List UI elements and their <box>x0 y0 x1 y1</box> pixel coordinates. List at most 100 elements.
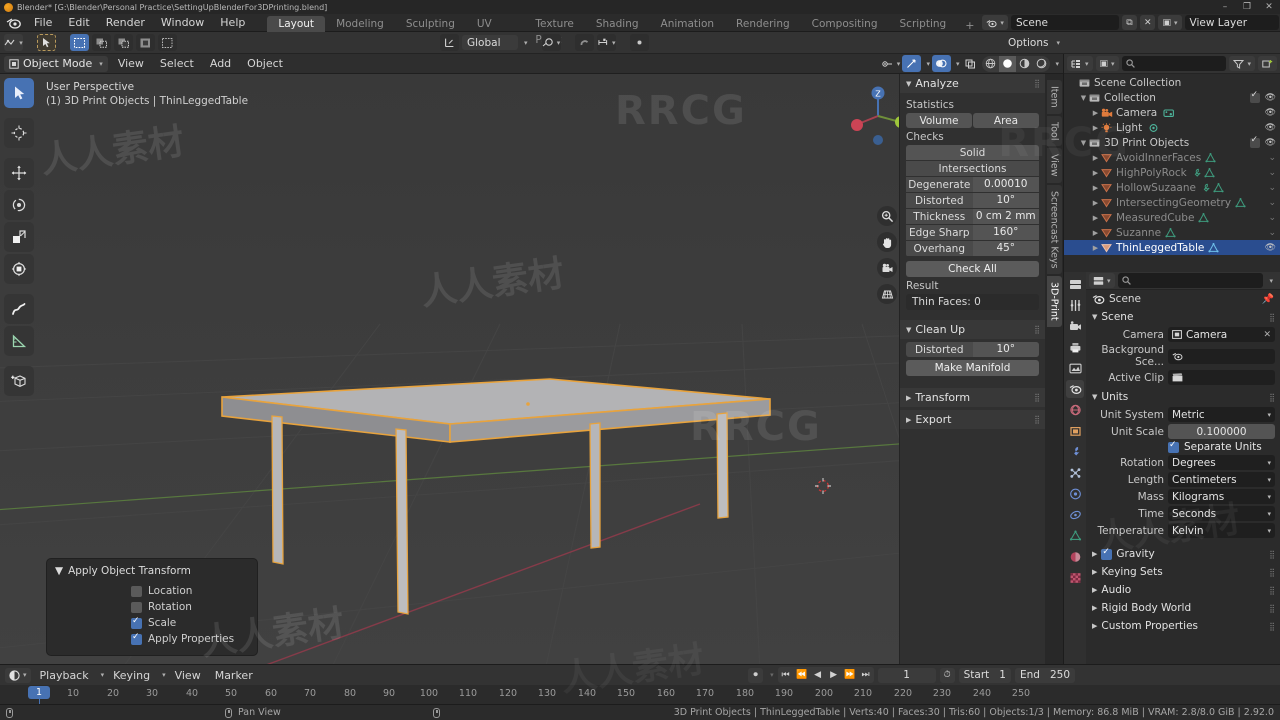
close-button[interactable]: ✕ <box>1258 0 1280 14</box>
keying-sets-section-header[interactable]: ▶ Keying Sets ⣿ <box>1086 563 1280 581</box>
check-degenerate-row[interactable]: Degenerate 0.00010 <box>906 177 1039 192</box>
rigid-body-world-section-header[interactable]: ▶ Rigid Body World ⣿ <box>1086 599 1280 617</box>
cleanup-distorted-row[interactable]: Distorted 10° <box>906 342 1039 357</box>
apply-properties-checkbox[interactable] <box>131 632 142 645</box>
tool-annotate-icon[interactable] <box>4 294 34 324</box>
viewport-menu-select[interactable]: Select <box>154 57 200 70</box>
rotation-units-dropdown[interactable]: Degrees ▾ <box>1168 455 1275 470</box>
sidebar-tab-view[interactable]: View <box>1046 148 1062 183</box>
shading-rendered-icon[interactable] <box>1033 56 1050 72</box>
menu-edit[interactable]: Edit <box>60 14 97 32</box>
select-subtract-icon[interactable] <box>114 34 133 51</box>
select-box-tool-icon[interactable] <box>37 34 56 51</box>
select-intersect-icon[interactable] <box>136 34 155 51</box>
outliner-display-mode-icon[interactable]: ▣ ▾ <box>1095 56 1119 71</box>
transform-panel-header[interactable]: ▶ Transform ⣿ <box>900 388 1045 407</box>
gravity-checkbox[interactable] <box>1101 547 1113 560</box>
new-scene-icon[interactable]: ⧉ <box>1121 15 1137 30</box>
tool-tweak-icon[interactable] <box>4 78 34 108</box>
tool-properties-tab-icon[interactable] <box>1066 296 1084 314</box>
add-workspace-button[interactable]: + <box>957 19 982 32</box>
frame-end-field[interactable]: End 250 <box>1014 667 1075 683</box>
tool-add-cube-icon[interactable] <box>4 366 34 396</box>
outliner-row-thinleggedtable[interactable]: ▶ ThinLeggedTable 👁 <box>1064 240 1280 255</box>
outliner-row-measuredcube[interactable]: ▶ MeasuredCube ⌄ <box>1064 210 1280 225</box>
jump-prev-keyframe-icon[interactable]: ⏪ <box>794 667 810 683</box>
mesh-data-icon[interactable] <box>1235 197 1248 208</box>
expand-arrow-icon[interactable]: ▶ <box>1090 124 1101 132</box>
check-all-button[interactable]: Check All <box>906 261 1039 277</box>
camera-data-icon[interactable] <box>1163 108 1176 118</box>
check-distorted-value[interactable]: 10° <box>972 193 1039 208</box>
material-properties-tab-icon[interactable] <box>1066 548 1084 566</box>
eye-icon[interactable]: 👁 <box>1265 123 1276 133</box>
expand-arrow-icon[interactable]: ▼ <box>1078 139 1089 147</box>
outliner-row-camera[interactable]: ▶ Camera 👁 <box>1064 105 1280 120</box>
object-data-properties-tab-icon[interactable] <box>1066 527 1084 545</box>
tab-uv-editing[interactable]: UV Editing <box>466 16 525 46</box>
view-layer-field[interactable]: View Layer <box>1184 15 1279 30</box>
menu-render[interactable]: Render <box>98 14 153 32</box>
maximize-button[interactable]: ❐ <box>1236 0 1258 14</box>
particle-properties-tab-icon[interactable] <box>1066 464 1084 482</box>
viewport-menu-view[interactable]: View <box>112 57 150 70</box>
menu-help[interactable]: Help <box>212 14 253 32</box>
tab-texture-paint[interactable]: Texture Paint <box>524 16 584 46</box>
tool-scale-icon[interactable] <box>4 222 34 252</box>
eye-icon[interactable]: 👁 <box>1265 243 1276 253</box>
mesh-data-icon[interactable] <box>1213 182 1226 193</box>
timeline-menu-keying[interactable]: Keying <box>108 669 155 682</box>
playhead[interactable]: 1 <box>28 686 50 699</box>
viewport-menu-object[interactable]: Object <box>241 57 289 70</box>
modifier-wrench-icon[interactable] <box>1200 183 1213 193</box>
orientation-dropdown[interactable]: Global <box>462 35 518 50</box>
snap-magnet-icon[interactable] <box>574 34 594 51</box>
remove-scene-icon[interactable]: ✕ <box>1139 15 1156 30</box>
collection-checkbox[interactable] <box>1249 90 1260 103</box>
menu-window[interactable]: Window <box>153 14 212 32</box>
camera-view-icon[interactable] <box>877 258 897 278</box>
expand-arrow-icon[interactable]: ▶ <box>1090 229 1101 237</box>
zoom-icon[interactable] <box>877 206 897 226</box>
collection-checkbox[interactable] <box>1249 135 1260 148</box>
cleanup-panel-header[interactable]: ▼ Clean Up ⣿ <box>900 320 1045 339</box>
expand-arrow-icon[interactable]: ▶ <box>1090 184 1101 192</box>
sidebar-tab-item[interactable]: Item <box>1046 80 1062 114</box>
tab-layout[interactable]: Layout <box>267 15 326 32</box>
expand-arrow-icon[interactable]: ▼ <box>1078 94 1089 102</box>
jump-to-end-icon[interactable]: ⏭ <box>858 667 874 683</box>
view-layer-properties-tab-icon[interactable] <box>1066 359 1084 377</box>
editor-type-icon[interactable]: ▾ <box>4 34 23 51</box>
tab-rendering[interactable]: Rendering <box>725 16 801 32</box>
expand-arrow-icon[interactable]: ▶ <box>1090 214 1101 222</box>
outliner-row-avoidinnerfaces[interactable]: ▶ AvoidInnerFaces ⌄ <box>1064 150 1280 165</box>
shading-material-preview-icon[interactable] <box>1016 56 1033 72</box>
timeline-ruler[interactable]: 1 10 20 30 40 50 60 70 80 90 100 110 120… <box>0 685 1280 704</box>
expand-arrow-icon[interactable]: ▶ <box>1090 109 1101 117</box>
redo-option-apply-properties[interactable]: Apply Properties <box>47 631 257 647</box>
timeline-menu-playback[interactable]: Playback <box>35 669 94 682</box>
collapse-arrow-icon[interactable]: ⌄ <box>1268 153 1276 163</box>
scene-name-field[interactable]: Scene <box>1010 15 1119 30</box>
outliner-row-light[interactable]: ▶ Light 👁 <box>1064 120 1280 135</box>
world-properties-tab-icon[interactable] <box>1066 401 1084 419</box>
mesh-data-icon[interactable] <box>1208 242 1221 253</box>
outliner-row-intersectinggeometry[interactable]: ▶ IntersectingGeometry ⌄ <box>1064 195 1280 210</box>
outliner-row-3d-print-objects[interactable]: ▼ 3D Print Objects 👁 <box>1064 135 1280 150</box>
mesh-data-icon[interactable] <box>1204 167 1217 178</box>
check-intersections-row[interactable]: Intersections <box>906 161 1039 176</box>
outliner-new-collection-icon[interactable] <box>1258 56 1277 71</box>
outliner-editor-type-icon[interactable]: ▾ <box>1067 56 1093 71</box>
eye-icon[interactable]: 👁 <box>1265 93 1276 103</box>
custom-properties-section-header[interactable]: ▶ Custom Properties ⣿ <box>1086 617 1280 635</box>
properties-filter-chevron-icon[interactable]: ▾ <box>1269 277 1277 285</box>
outliner-row-scene-collection[interactable]: Scene Collection <box>1064 75 1280 90</box>
make-manifold-button[interactable]: Make Manifold <box>906 360 1039 376</box>
mesh-data-icon[interactable] <box>1165 227 1178 238</box>
properties-editor-type-selector-icon[interactable]: ▾ <box>1089 273 1115 288</box>
current-frame-field[interactable]: 1 <box>877 667 936 683</box>
redo-panel-header[interactable]: ▼ Apply Object Transform <box>47 563 257 583</box>
unit-system-dropdown[interactable]: Metric ▾ <box>1168 407 1275 422</box>
sidebar-tab-screencast-keys[interactable]: Screencast Keys <box>1046 184 1062 275</box>
tool-cursor-icon[interactable] <box>4 118 34 148</box>
